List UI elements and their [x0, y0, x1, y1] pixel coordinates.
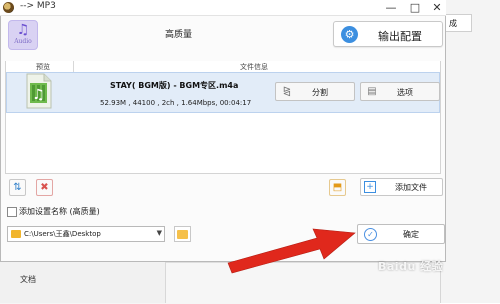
watermark: Baidu 经验 — [378, 260, 444, 273]
